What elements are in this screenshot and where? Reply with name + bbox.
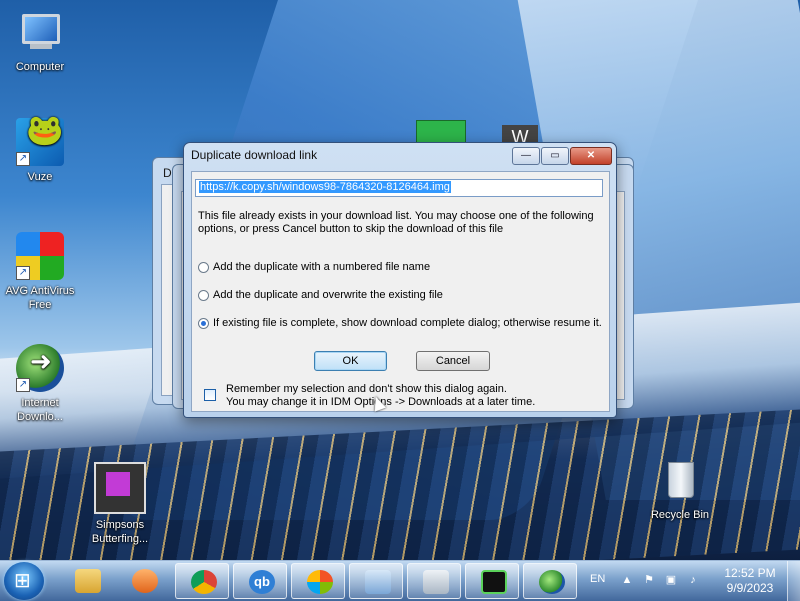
option-numbered-label[interactable]: Add the duplicate with a numbered file n… (213, 261, 430, 273)
show-desktop-button[interactable] (787, 561, 800, 601)
option-resume-label[interactable]: If existing file is complete, show downl… (213, 317, 602, 329)
option-resume-row[interactable]: If existing file is complete, show downl… (198, 317, 602, 329)
caption-buttons: — ▭ ✕ (512, 147, 612, 165)
desktop-icon-recycle-bin[interactable]: Recycle Bin (642, 456, 718, 522)
remember-selection-label[interactable]: Remember my selection and don't show thi… (226, 383, 606, 409)
clock-time: 12:52 PM (724, 566, 776, 580)
shortcut-arrow-icon: ↗ (16, 266, 30, 280)
dialog-message: This file already exists in your downloa… (198, 210, 594, 235)
desktop-icon-label: Simpsons Butterfing... (91, 519, 149, 545)
close-button[interactable]: ✕ (570, 147, 612, 165)
ok-button[interactable]: OK (314, 351, 387, 371)
remember-line-2: You may change it in IDM Options -> Down… (226, 396, 536, 408)
desktop-icon-idm[interactable]: ➜ ↗ Internet Downlo... (2, 344, 78, 424)
dialog-title: Duplicate download link (191, 148, 318, 162)
control-panel-icon (365, 570, 391, 594)
on-screen-keyboard-icon (423, 570, 449, 594)
clock[interactable]: 12:52 PM 9/9/2023 (720, 566, 780, 596)
cancel-button[interactable]: Cancel (416, 351, 490, 371)
desktop-icon-label: Vuze (27, 171, 53, 183)
desktop-icon-avg[interactable]: ↗ AVG AntiVirus Free (2, 232, 78, 312)
avg-antivirus-icon: ↗ (16, 232, 64, 280)
option-resume-radio[interactable] (198, 317, 209, 329)
maximize-button[interactable]: ▭ (541, 147, 569, 165)
taskbar: ⊞ qb EN ▲ ⚑ ▣ ♪ 12:52 PM 9/9/2023 (0, 560, 800, 601)
desktop-icon-video[interactable]: Simpsons Butterfing... (82, 462, 158, 546)
taskbar-button-chrome[interactable] (175, 563, 229, 599)
taskbar-button-idm[interactable] (523, 563, 577, 599)
duplicate-download-dialog: Duplicate download link — ▭ ✕ https://k.… (183, 142, 617, 418)
minimize-button[interactable]: — (512, 147, 540, 165)
url-selected-text[interactable]: https://k.copy.sh/windows98-7864320-8126… (199, 181, 451, 193)
show-hidden-icons-icon[interactable]: ▲ (620, 573, 634, 587)
taskbar-button-keyboard[interactable] (407, 563, 461, 599)
clock-date: 9/9/2023 (726, 581, 774, 595)
game-icon (481, 570, 507, 594)
desktop-icon-computer[interactable]: Computer (2, 8, 78, 74)
taskbar-button-windows-media[interactable] (291, 563, 345, 599)
desktop-icon-label: Internet Downlo... (17, 397, 63, 423)
volume-icon[interactable]: ♪ (686, 573, 700, 587)
option-overwrite-label[interactable]: Add the duplicate and overwrite the exis… (213, 289, 443, 301)
windows-logo-icon: ⊞ (14, 570, 31, 592)
computer-icon (16, 8, 64, 56)
desktop-icon-label: Recycle Bin (650, 509, 710, 521)
vuze-icon: 🐸 ↗ (16, 116, 64, 166)
file-explorer-icon (75, 569, 101, 593)
network-icon[interactable]: ▣ (664, 573, 678, 587)
action-center-flag-icon[interactable]: ⚑ (642, 573, 656, 587)
language-indicator[interactable]: EN (590, 573, 605, 585)
remember-selection-checkbox[interactable] (204, 389, 216, 401)
dialog-client: https://k.copy.sh/windows98-7864320-8126… (191, 171, 610, 412)
internet-download-manager-icon: ➜ ↗ (16, 344, 64, 392)
option-overwrite-radio[interactable] (198, 289, 209, 301)
taskbar-button-media[interactable] (117, 563, 171, 599)
dialog-title-initial: D (163, 166, 172, 180)
remember-line-1: Remember my selection and don't show thi… (226, 383, 507, 395)
taskbar-button-explorer[interactable] (60, 563, 114, 599)
media-player-icon (132, 569, 158, 593)
taskbar-button-qbittorrent[interactable]: qb (233, 563, 287, 599)
idm-icon (539, 570, 565, 594)
desktop-icon-label: AVG AntiVirus Free (5, 285, 75, 311)
shortcut-arrow-icon: ↗ (16, 378, 30, 392)
option-numbered-radio[interactable] (198, 261, 209, 273)
desktop-icon-label: Computer (15, 61, 65, 73)
start-button[interactable]: ⊞ (4, 562, 44, 600)
chrome-icon (191, 570, 217, 594)
url-field[interactable]: https://k.copy.sh/windows98-7864320-8126… (195, 179, 603, 197)
system-tray: EN ▲ ⚑ ▣ ♪ 12:52 PM 9/9/2023 (582, 561, 800, 601)
option-numbered-row[interactable]: Add the duplicate with a numbered file n… (198, 261, 430, 273)
video-file-icon (94, 462, 146, 514)
shortcut-arrow-icon: ↗ (16, 152, 30, 166)
desktop-icon-vuze[interactable]: 🐸 ↗ Vuze (2, 116, 78, 184)
qbittorrent-icon: qb (249, 570, 275, 594)
option-overwrite-row[interactable]: Add the duplicate and overwrite the exis… (198, 289, 443, 301)
recycle-bin-icon (656, 456, 704, 504)
taskbar-button-control-panel[interactable] (349, 563, 403, 599)
windows-media-icon (307, 570, 333, 594)
taskbar-button-game[interactable] (465, 563, 519, 599)
